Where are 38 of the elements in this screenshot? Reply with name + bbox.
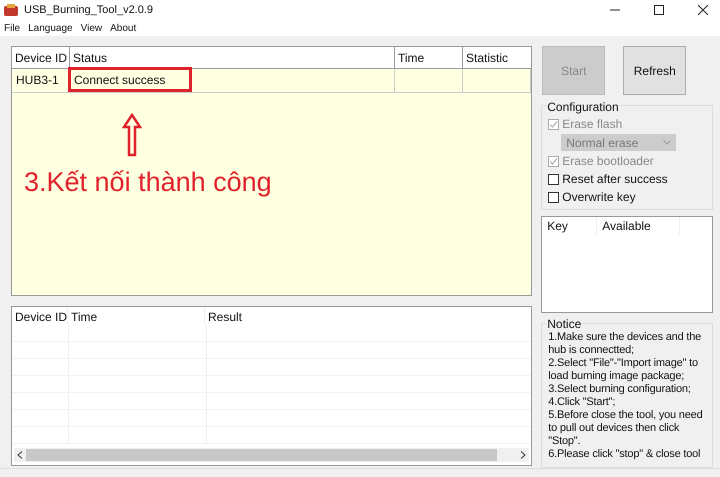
menu-item[interactable]: View [80, 22, 102, 34]
up-arrow-icon [122, 113, 142, 157]
column-header[interactable]: Result [205, 307, 532, 325]
window-title: USB_Burning_Tool_v2.0.9 [24, 4, 154, 16]
maximize-icon[interactable] [654, 5, 664, 15]
notice-text: 6.Please click "stop" & close tool [548, 448, 702, 461]
close-icon[interactable] [698, 5, 708, 15]
column-header[interactable]: Statistic [463, 47, 531, 68]
action-button[interactable]: Refresh [623, 46, 686, 95]
scroll-left-icon[interactable] [17, 451, 23, 459]
column-header[interactable]: Device ID [12, 47, 70, 68]
notice-text: 2.Select "File"-"Import image" to load burning image package; [548, 357, 699, 383]
notice-text: 3.Select burning configuration; [548, 383, 692, 396]
scroll-right-icon[interactable] [520, 451, 526, 459]
horizontal-scrollbar[interactable] [14, 448, 530, 462]
menu-item[interactable]: Language [28, 22, 73, 34]
column-header[interactable]: Time [68, 307, 205, 325]
table-cell: HUB3-1 [12, 69, 70, 92]
check-icon [549, 120, 558, 128]
group-title: Configuration [546, 100, 620, 114]
checkbox[interactable]: Overwrite key [548, 189, 706, 205]
column-header[interactable]: Time [395, 47, 463, 68]
annotation-text: 3.Kết nối thành công [24, 167, 272, 198]
column-header[interactable]: Device ID [12, 307, 68, 325]
menu-item[interactable]: About [110, 22, 136, 34]
app-icon [4, 4, 18, 16]
notice-text: 5.Before close the tool, you need to pull out devices then click "Stop". [548, 409, 704, 448]
notice-text: 4.Click "Start"; [548, 396, 616, 409]
chevron-down-icon [663, 140, 672, 145]
notice-text: 1.Make sure the devices and the hub is connectted; [548, 331, 702, 357]
column-header[interactable]: Status [70, 47, 395, 68]
column-header[interactable]: Key [542, 217, 598, 234]
checkbox[interactable]: Reset after success [548, 171, 706, 187]
check-icon [549, 156, 558, 166]
table-cell: Connect success [70, 69, 395, 92]
menu-item[interactable]: File [4, 22, 20, 34]
group-title: Notice [546, 317, 582, 331]
column-header[interactable]: Available [597, 217, 680, 234]
